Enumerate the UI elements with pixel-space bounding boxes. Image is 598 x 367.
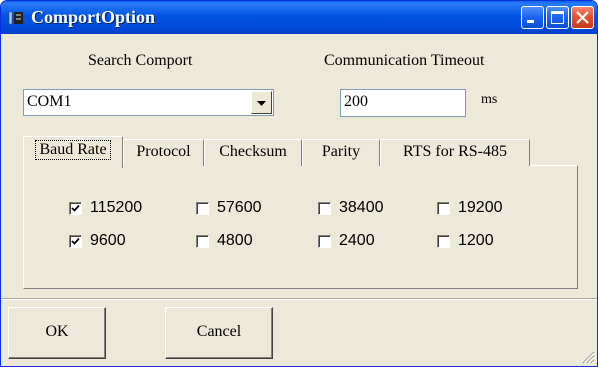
close-icon — [576, 11, 589, 24]
divider — [1, 298, 597, 300]
baud-rate-panel: 115200 57600 38400 19200 9600 4800 2400 — [23, 165, 578, 289]
checkbox-box[interactable] — [437, 235, 450, 248]
checkbox-box[interactable] — [69, 202, 82, 215]
tab-label: Baud Rate — [35, 140, 111, 160]
tab-parity[interactable]: Parity — [302, 139, 380, 166]
baud-label: 2400 — [339, 232, 375, 249]
tab-baud-rate[interactable]: Baud Rate — [23, 136, 123, 168]
tab-label: Checksum — [219, 143, 287, 160]
checkbox-box[interactable] — [437, 202, 450, 215]
tab-rts-for-rs485[interactable]: RTS for RS-485 — [380, 139, 530, 166]
comport-option-window: ComportOption Search Comport COM1 Commun… — [0, 0, 598, 367]
maximize-icon — [551, 11, 564, 24]
ok-button[interactable]: OK — [8, 307, 106, 359]
cancel-button[interactable]: Cancel — [165, 307, 273, 359]
tab-label: Protocol — [136, 143, 191, 160]
baud-label: 9600 — [90, 232, 126, 249]
resize-grip-icon[interactable] — [581, 350, 595, 364]
timeout-input[interactable]: 200 — [340, 89, 466, 117]
cancel-button-label: Cancel — [196, 323, 242, 340]
maximize-button[interactable] — [546, 6, 569, 29]
checkbox-box[interactable] — [318, 202, 331, 215]
timeout-input-value: 200 — [344, 93, 368, 110]
tab-checksum[interactable]: Checksum — [204, 139, 302, 166]
app-icon — [8, 11, 23, 25]
ok-button-label: OK — [45, 323, 69, 340]
comport-select[interactable]: COM1 — [23, 89, 274, 116]
timeout-unit-label: ms — [481, 92, 498, 107]
baud-label: 115200 — [90, 199, 143, 216]
tab-protocol[interactable]: Protocol — [123, 139, 204, 166]
checkbox-box[interactable] — [318, 235, 331, 248]
timeout-label: Communication Timeout — [324, 52, 485, 69]
checkbox-box[interactable] — [69, 235, 82, 248]
checkbox-box[interactable] — [196, 235, 209, 248]
check-icon — [71, 204, 80, 212]
baud-label: 4800 — [217, 232, 253, 249]
baud-label: 38400 — [339, 199, 384, 216]
comport-select-value: COM1 — [27, 93, 72, 110]
checkbox-box[interactable] — [196, 202, 209, 215]
comport-dropdown-button[interactable] — [251, 91, 272, 114]
chevron-down-icon — [257, 101, 266, 106]
baud-label: 57600 — [217, 199, 262, 216]
tab-label: RTS for RS-485 — [403, 143, 507, 160]
window-title: ComportOption — [31, 7, 156, 27]
minimize-icon — [527, 20, 534, 23]
baud-label: 1200 — [458, 232, 494, 249]
check-icon — [71, 237, 80, 245]
close-button[interactable] — [571, 6, 594, 29]
minimize-button[interactable] — [521, 6, 544, 29]
search-comport-label: Search Comport — [88, 52, 193, 69]
title-bar[interactable]: ComportOption — [1, 1, 597, 34]
baud-label: 19200 — [458, 199, 503, 216]
tab-label: Parity — [321, 143, 361, 160]
